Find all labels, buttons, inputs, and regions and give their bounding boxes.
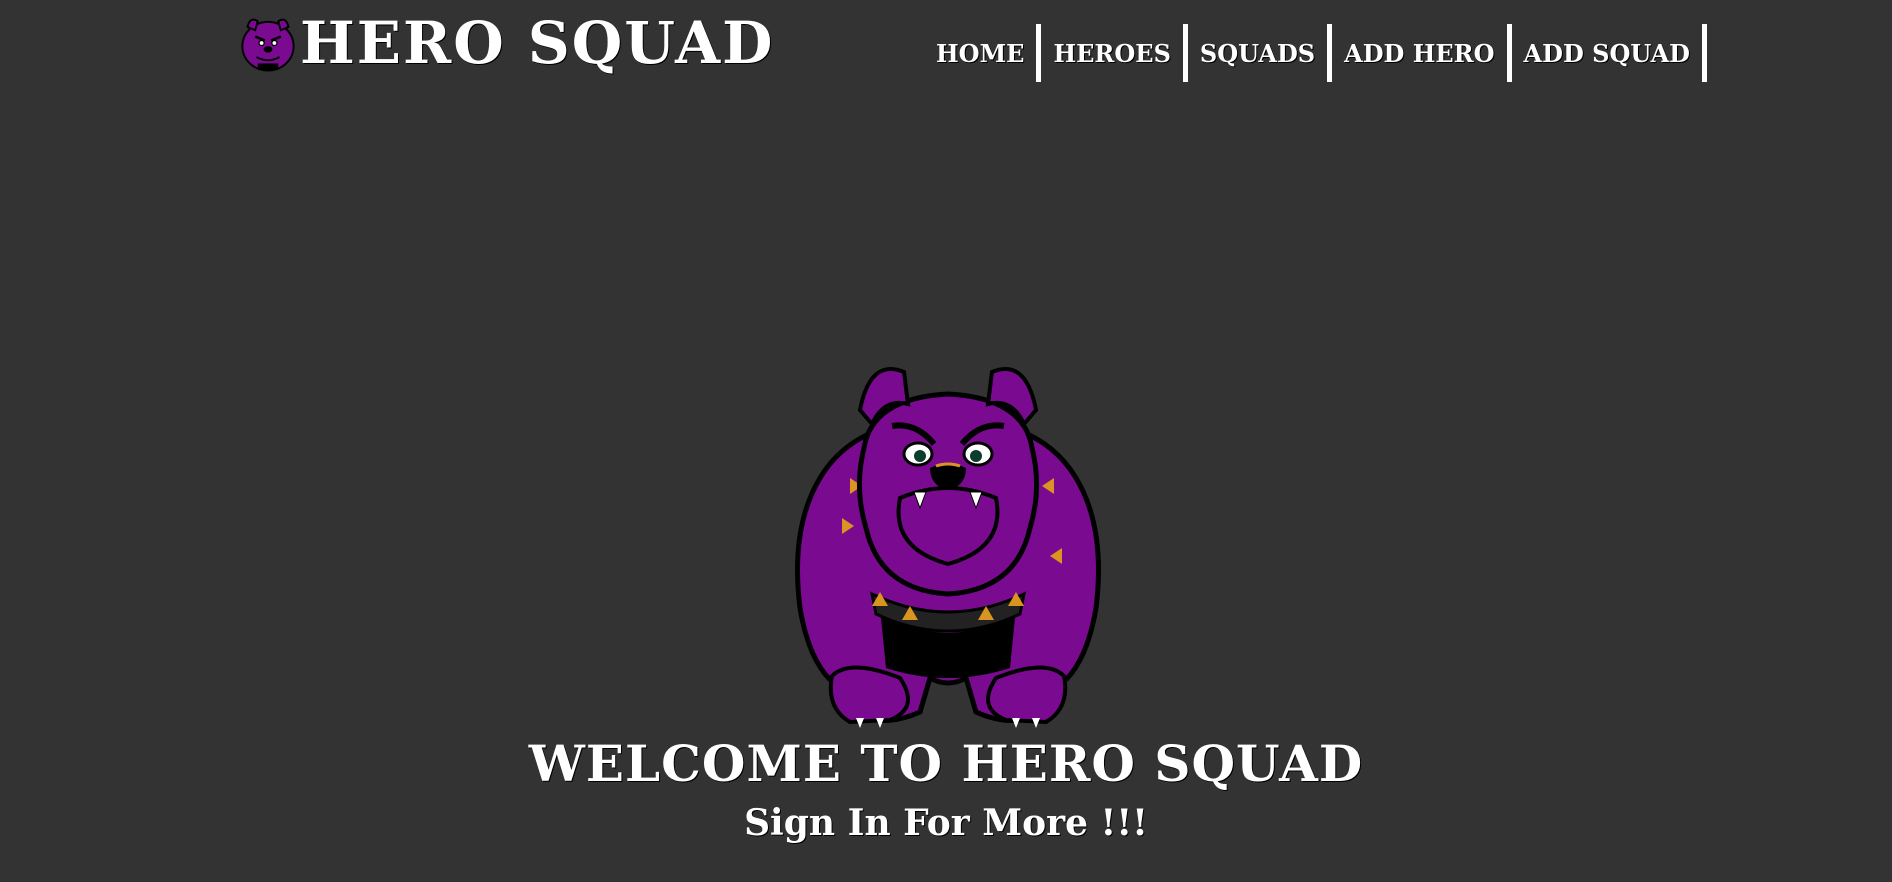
nav-squads[interactable]: SQUADS	[1188, 24, 1333, 82]
bulldog-logo-icon	[241, 18, 295, 72]
sign-in-prompt: Sign In For More !!!	[744, 802, 1148, 844]
nav-home[interactable]: HOME	[932, 24, 1042, 82]
brand-title: HERO SQUAD	[300, 9, 775, 77]
brand-home-link[interactable]: HERO SQUAD	[236, 8, 774, 78]
bulldog-mascot-image	[795, 367, 1101, 728]
nav-add-hero[interactable]: ADD HERO	[1332, 24, 1512, 82]
welcome-heading: WELCOME TO HERO SQUAD	[528, 734, 1364, 793]
nav-add-squad[interactable]: ADD SQUAD	[1512, 24, 1707, 82]
nav-heroes[interactable]: HEROES	[1041, 24, 1188, 82]
page: HERO SQUAD HOME HEROES SQUADS ADD HERO A…	[0, 0, 1892, 882]
main-nav: HOME HEROES SQUADS ADD HERO ADD SQUAD	[932, 24, 1707, 82]
